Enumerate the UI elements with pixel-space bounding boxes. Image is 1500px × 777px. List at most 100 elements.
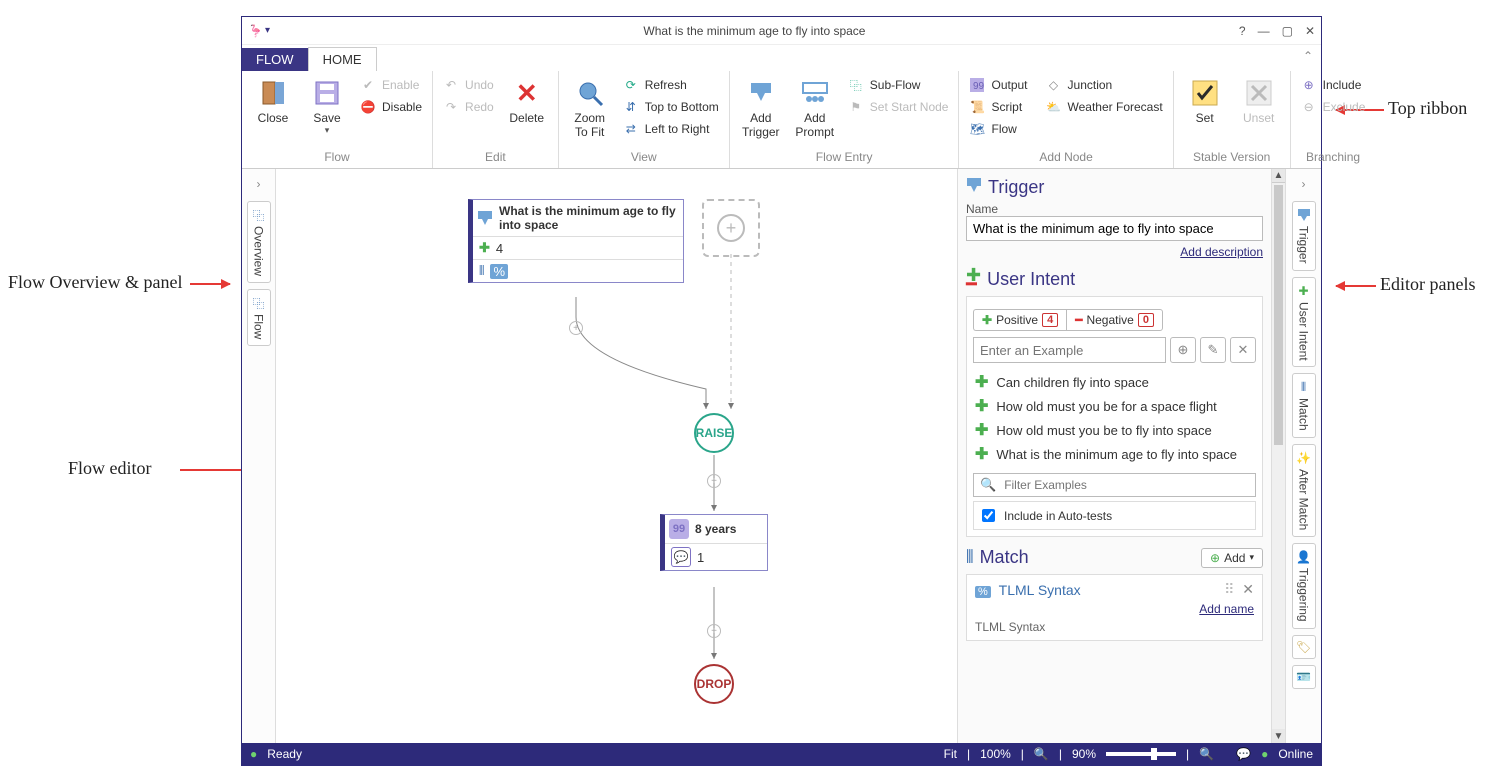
drop-node[interactable]: DROP [694,664,734,704]
zoom-in-icon[interactable]: 🔍 [1199,747,1214,761]
minimize-button[interactable]: — [1258,24,1270,38]
filter-examples-input[interactable] [1002,477,1249,493]
example-row[interactable]: ✚What is the minimum age to fly into spa… [973,443,1256,467]
trigger-tab[interactable]: Trigger [1292,201,1316,271]
door-icon [257,77,289,109]
edit-example-button[interactable]: ✎ [1200,337,1226,363]
zoom-to-fit-button[interactable]: Zoom To Fit [565,75,615,139]
top-to-bottom-button[interactable]: ⇵Top to Bottom [619,97,723,117]
close-button[interactable]: ✕ [1305,24,1315,38]
enable-button[interactable]: ✔Enable [356,75,426,95]
tab-flow[interactable]: FLOW [242,48,308,71]
add-connector-icon[interactable]: + [569,321,583,335]
zoom-90[interactable]: 90% [1072,747,1096,761]
output-button[interactable]: 99Output [965,75,1031,95]
match-section-heading: ⫴ Match [966,547,1029,568]
delete-example-button[interactable]: ✕ [1230,337,1256,363]
maximize-button[interactable]: ▢ [1282,24,1293,38]
save-icon [311,77,343,109]
zoom-out-icon[interactable]: 🔍 [1034,747,1049,761]
script-icon: 📜 [969,99,985,115]
checkbox[interactable] [982,509,995,522]
include-autotests-checkbox[interactable]: Include in Auto-tests [973,501,1256,530]
example-input[interactable] [973,337,1166,363]
match-tab[interactable]: ⫴Match [1292,373,1316,438]
scroll-thumb[interactable] [1274,185,1283,445]
positive-tab[interactable]: ✚Positive 4 [973,309,1066,331]
drag-handle-icon[interactable]: ⠿ [1224,581,1232,597]
negative-count-badge: 0 [1138,313,1154,327]
flow-editor-canvas[interactable]: What is the minimum age to fly into spac… [276,169,957,743]
weather-button[interactable]: ⛅Weather Forecast [1042,97,1167,117]
script-button[interactable]: 📜Script [965,97,1031,117]
scroll-down-icon[interactable]: ▼ [1272,729,1285,743]
triggering-tab[interactable]: 👤Triggering [1292,543,1316,629]
save-dropdown-icon[interactable]: ▾ [325,125,330,136]
zoom-slider[interactable] [1106,752,1176,756]
flow-tab[interactable]: ⿻ Flow [247,289,271,346]
left-to-right-button[interactable]: ⇄Left to Right [619,119,723,139]
example-row[interactable]: ✚Can children fly into space [973,371,1256,395]
include-icon: ⊕ [1301,77,1317,93]
add-connector-icon[interactable]: + [707,474,721,488]
scroll-up-icon[interactable]: ▲ [1272,169,1285,183]
wand-icon: ✨ [1297,451,1311,465]
tag-tab[interactable]: 🏷 [1292,635,1316,659]
add-match-button[interactable]: ⊕ Add ▾ [1201,548,1263,568]
add-example-button[interactable]: ⊕ [1170,337,1196,363]
chat-icon[interactable]: 💬 [1236,747,1251,761]
remove-match-button[interactable]: ✕ [1242,581,1254,597]
delete-button[interactable]: ✕ Delete [502,75,552,125]
ribbon: Close Save ▾ ✔Enable ⛔Disable Flow ↶Undo… [242,71,1321,169]
after-match-tab[interactable]: ✨After Match [1292,444,1316,537]
id-tab[interactable]: 🪪 [1292,665,1316,689]
add-node-placeholder[interactable]: + [702,199,760,257]
add-prompt-button[interactable]: Add Prompt [790,75,840,139]
zoom-fit-label[interactable]: Fit [944,747,957,761]
example-row[interactable]: ✚How old must you be to fly into space [973,419,1256,443]
layout-ttb-icon: ⇵ [623,99,639,115]
example-row[interactable]: ✚How old must you be for a space flight [973,395,1256,419]
collapse-ribbon-icon[interactable]: ⌃ [1303,49,1313,63]
save-button[interactable]: Save ▾ [302,75,352,136]
tab-home[interactable]: HOME [308,47,377,71]
set-button[interactable]: Set [1180,75,1230,125]
zoom-100[interactable]: 100% [980,747,1011,761]
help-button[interactable]: ? [1239,24,1246,38]
add-connector-icon[interactable]: + [707,624,721,638]
include-button[interactable]: ⊕Include [1297,75,1370,95]
overview-tab[interactable]: ⿻ Overview [247,201,271,283]
person-icon: 👤 [1297,550,1311,564]
expand-right-panel-icon[interactable]: › [1298,173,1310,195]
undo-button[interactable]: ↶Undo [439,75,498,95]
negative-tab[interactable]: ━Negative 0 [1066,309,1163,331]
trigger-node[interactable]: What is the minimum age to fly into spac… [468,199,684,283]
add-description-link[interactable]: Add description [966,245,1263,259]
expand-left-panel-icon[interactable]: › [253,173,265,195]
trigger-name-input[interactable] [966,216,1263,241]
flow-tree-icon: ⿻ [848,77,864,93]
close-button[interactable]: Close [248,75,298,125]
ribbon-group-label: Branching [1297,148,1370,168]
refresh-button[interactable]: ⟳Refresh [619,75,723,95]
scrollbar[interactable]: ▲ ▼ [1271,169,1285,743]
raise-node[interactable]: RAISE [694,413,734,453]
set-start-node-button[interactable]: ⚑Set Start Node [844,97,953,117]
status-ready: Ready [267,747,302,761]
output-node[interactable]: 99 8 years 💬 1 [660,514,768,571]
add-trigger-button[interactable]: Add Trigger [736,75,786,139]
check-box-icon [1189,77,1221,109]
disable-button[interactable]: ⛔Disable [356,97,426,117]
exclude-button[interactable]: ⊖Exclude [1297,97,1370,117]
percent-icon: % [490,264,508,279]
weather-icon: ⛅ [1046,99,1062,115]
junction-button[interactable]: ◇Junction [1042,75,1167,95]
sub-flow-button[interactable]: ⿻Sub-Flow [844,75,953,95]
redo-button[interactable]: ↷Redo [439,97,498,117]
right-panel-tabs: › Trigger ✚User Intent ⫴Match ✨After Mat… [1285,169,1321,743]
add-name-link[interactable]: Add name [975,602,1254,616]
user-intent-tab[interactable]: ✚User Intent [1292,277,1316,368]
flow-node-button[interactable]: 🗺Flow [965,119,1031,139]
exclude-icon: ⊖ [1301,99,1317,115]
unset-button[interactable]: Unset [1234,75,1284,125]
